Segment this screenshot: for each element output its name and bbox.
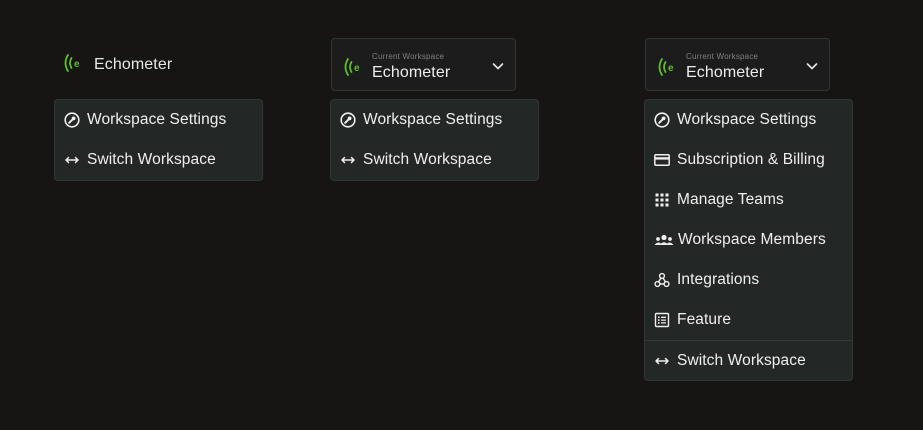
menu-item-manage-teams[interactable]: Manage Teams (645, 180, 852, 220)
menu-item-label: Manage Teams (677, 191, 784, 208)
menu-item-label: Workspace Settings (677, 111, 817, 128)
menu-item-label: Switch Workspace (363, 151, 492, 168)
echometer-logo-icon: e (342, 57, 364, 82)
arrows-left-right-icon (340, 152, 356, 168)
echometer-logo-icon: e (656, 57, 678, 82)
wrench-circle-icon (340, 112, 356, 128)
menu-item-subscription-billing[interactable]: Subscription & Billing (645, 140, 852, 180)
workspace-selector[interactable]: e Current Workspace Echometer (331, 38, 516, 91)
workspace-caption: Current Workspace (686, 52, 759, 61)
grid-dots-icon (654, 192, 670, 208)
svg-text:e: e (668, 63, 674, 74)
credit-card-icon (654, 152, 670, 168)
echometer-logo-icon: e (62, 53, 84, 78)
users-icon (654, 232, 674, 248)
menu-item-label: Switch Workspace (87, 151, 216, 168)
workspace-selector[interactable]: e Current Workspace Echometer (645, 38, 830, 91)
svg-text:e: e (354, 63, 360, 74)
menu-item-label: Workspace Settings (363, 111, 503, 128)
arrows-left-right-icon (654, 353, 670, 369)
menu-item-workspace-settings[interactable]: Workspace Settings (645, 100, 852, 140)
menu-item-integrations[interactable]: Integrations (645, 260, 852, 300)
menu-item-workspace-settings[interactable]: Workspace Settings (55, 100, 262, 140)
workspace-menu-full: Workspace Settings Subscription & Billin… (644, 99, 853, 381)
workspace-name: Echometer (686, 64, 765, 81)
webhook-icon (654, 272, 670, 288)
chevron-down-icon[interactable] (491, 59, 505, 73)
menu-item-label: Feature (677, 311, 732, 328)
menu-item-label: Integrations (677, 271, 760, 288)
menu-item-label: Subscription & Billing (677, 151, 825, 168)
menu-item-switch-workspace[interactable]: Switch Workspace (55, 140, 262, 180)
menu-item-label: Workspace Members (678, 231, 826, 248)
menu-item-label: Workspace Settings (87, 111, 227, 128)
workspace-name: Echometer (94, 56, 173, 73)
menu-item-feature[interactable]: Feature (645, 300, 852, 340)
menu-item-workspace-settings[interactable]: Workspace Settings (331, 100, 538, 140)
workspace-menu-compact: Workspace Settings Switch Workspace (54, 99, 263, 181)
menu-item-label: Switch Workspace (677, 351, 806, 369)
wrench-circle-icon (654, 112, 670, 128)
menu-item-workspace-members[interactable]: Workspace Members (645, 220, 852, 260)
svg-text:e: e (74, 59, 80, 70)
arrows-left-right-icon (64, 152, 80, 168)
wrench-circle-icon (64, 112, 80, 128)
chevron-down-icon[interactable] (805, 59, 819, 73)
list-icon (654, 312, 670, 328)
workspace-menu-compact: Workspace Settings Switch Workspace (330, 99, 539, 181)
workspace-name: Echometer (372, 64, 451, 81)
menu-item-switch-workspace[interactable]: Switch Workspace (645, 341, 852, 380)
menu-item-switch-workspace[interactable]: Switch Workspace (331, 140, 538, 180)
workspace-header-plain[interactable]: e Echometer (62, 50, 172, 80)
workspace-caption: Current Workspace (372, 52, 445, 61)
